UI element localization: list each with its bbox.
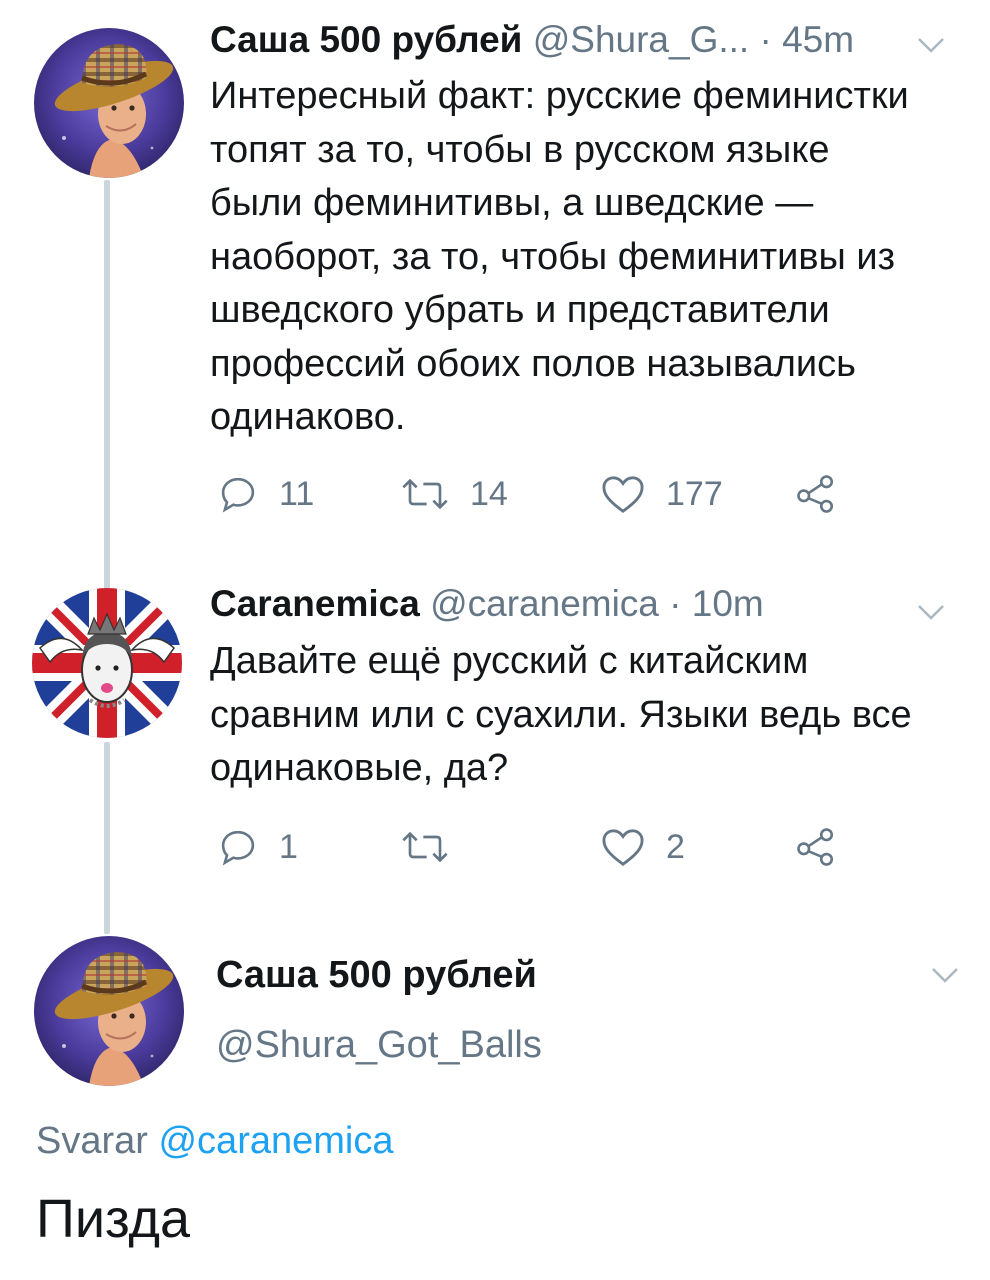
separator-dot: ·: [759, 19, 772, 60]
retweet-icon: [402, 478, 448, 510]
reply-prefix: Svarar: [36, 1120, 148, 1162]
like-count: 2: [666, 827, 685, 866]
reply-context: Svarar @caranemica: [36, 1118, 393, 1164]
reply-button[interactable]: 1: [217, 826, 298, 868]
avatar[interactable]: [34, 936, 184, 1086]
retweet-button[interactable]: 14: [400, 473, 508, 515]
timestamp[interactable]: 45m: [782, 19, 854, 60]
like-count: 177: [666, 474, 723, 513]
chevron-down-icon[interactable]: [916, 603, 946, 621]
avatar[interactable]: [32, 588, 182, 738]
reply-button[interactable]: 11: [217, 473, 314, 515]
tweet-header: Caranemica @caranemica · 10m: [210, 582, 764, 626]
heart-icon: [602, 829, 644, 866]
like-button[interactable]: 177: [600, 473, 723, 515]
username[interactable]: @caranemica: [430, 583, 659, 624]
reply-to-link[interactable]: @caranemica: [158, 1120, 393, 1162]
display-name[interactable]: Саша 500 рублей: [210, 19, 522, 60]
tweet-text: Пизда: [36, 1189, 191, 1249]
tweet-text: Давайте ещё русский с китайским сравним …: [210, 640, 912, 789]
avatar[interactable]: [34, 28, 184, 178]
chevron-down-icon[interactable]: [916, 36, 946, 54]
chevron-down-icon[interactable]: [930, 966, 960, 984]
tweet-header: Саша 500 рублей @Shura_G... · 45m: [210, 18, 854, 62]
share-icon: [797, 828, 834, 866]
share-button[interactable]: [795, 826, 837, 868]
heart-icon: [602, 476, 644, 513]
thread-line: [104, 180, 110, 590]
reply-count: 11: [279, 474, 315, 513]
display-name[interactable]: Caranemica: [210, 583, 420, 624]
separator-dot: ·: [669, 583, 682, 624]
retweet-icon: [402, 831, 448, 863]
username[interactable]: @Shura_Got_Balls: [216, 1022, 542, 1068]
timestamp[interactable]: 10m: [692, 583, 764, 624]
like-button[interactable]: 2: [600, 826, 685, 868]
share-button[interactable]: [795, 473, 837, 515]
retweet-count: 14: [470, 474, 508, 513]
username[interactable]: @Shura_G...: [533, 19, 750, 60]
reply-count: 1: [279, 827, 298, 866]
reply-icon: [221, 477, 255, 513]
retweet-button[interactable]: [400, 826, 470, 868]
display-name[interactable]: Саша 500 рублей: [216, 952, 537, 998]
tweet-text: Интересный факт: русские феминистки топя…: [210, 75, 909, 438]
reply-icon: [221, 830, 255, 866]
thread-line: [104, 742, 110, 934]
share-icon: [797, 475, 834, 513]
